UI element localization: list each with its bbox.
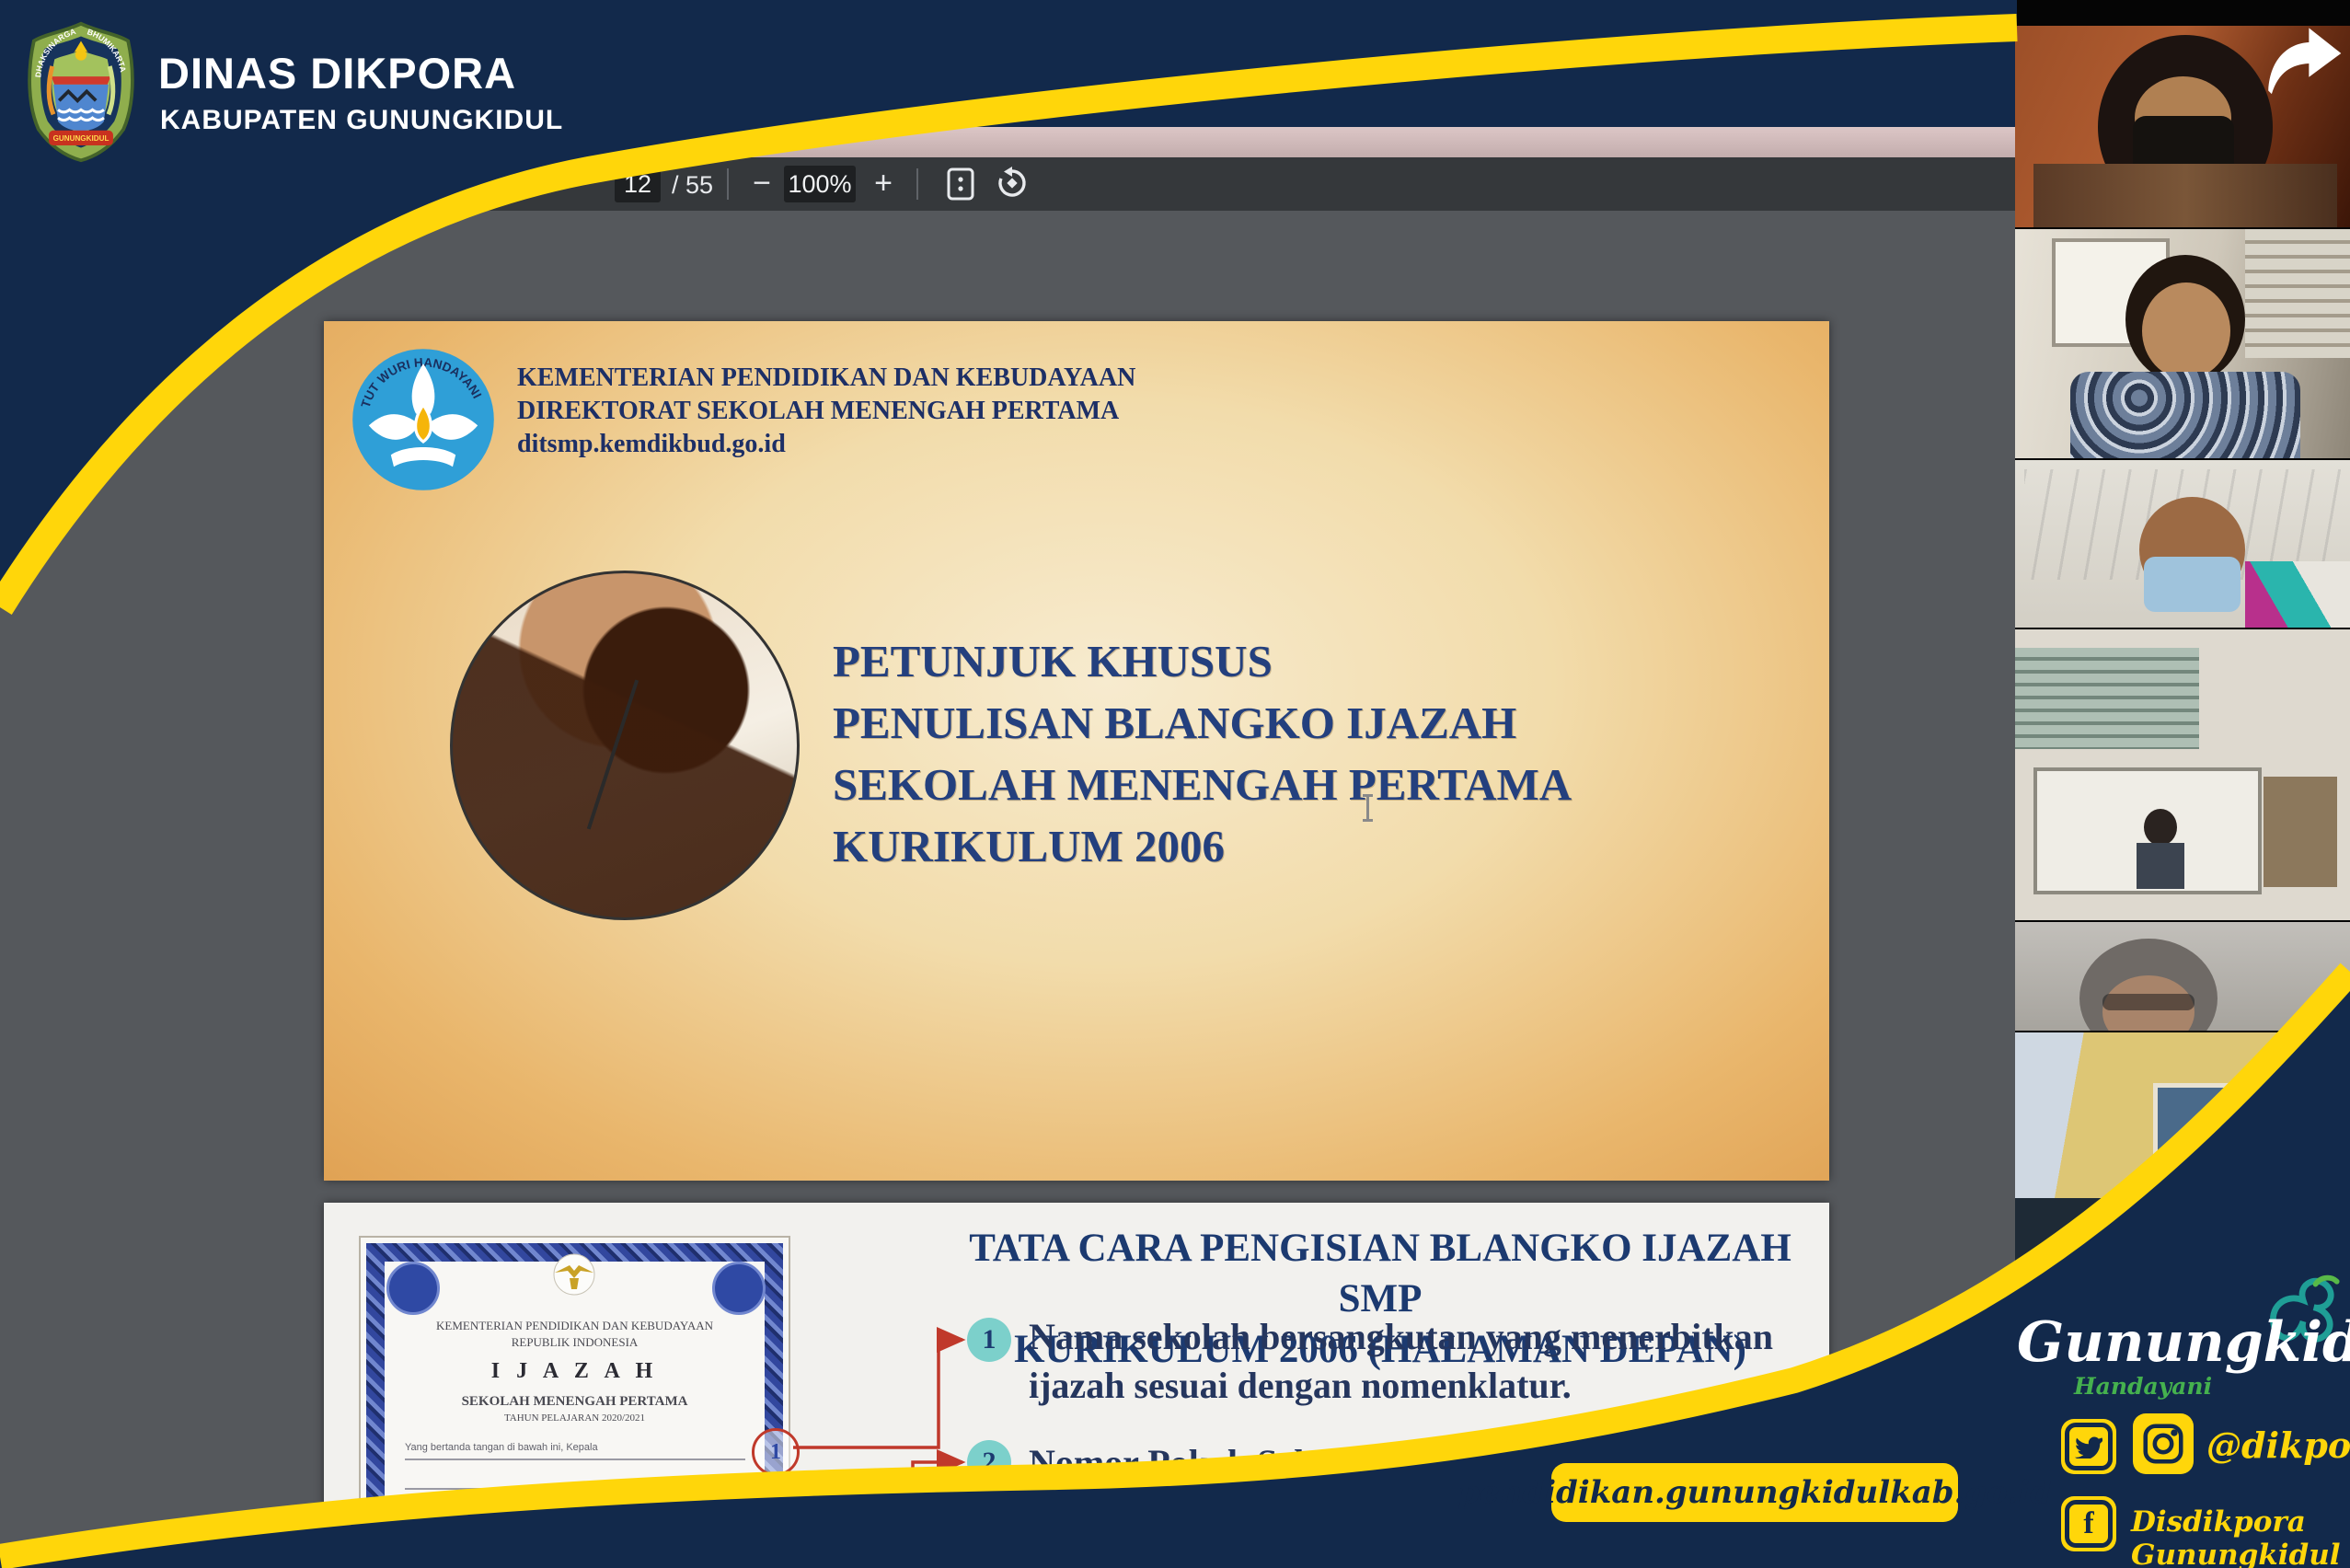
instagram-icon xyxy=(2133,1413,2194,1474)
facebook-icon: f xyxy=(2061,1496,2116,1551)
website-banner: pendidikan.gunungkidulkab.go.id xyxy=(1551,1463,1958,1522)
org-name: DINAS DIKPORA xyxy=(158,48,516,98)
org-region: KABUPATEN GUNUNGKIDUL xyxy=(160,105,563,136)
meeting-frame: 12 / 55 − 100% + xyxy=(0,0,2350,1568)
gunungkidul-crest-logo: DHAKSINARGA BHUMIKARTA GUNUNGKIDUL xyxy=(17,20,145,164)
social-handle: @dikpora_gk xyxy=(2206,1424,2350,1466)
footer-tagline: Handayani xyxy=(2074,1373,2212,1400)
facebook-name: Disdikpora Gunungkidul xyxy=(2131,1505,2350,1568)
website-url: pendidikan.gunungkidulkab.go.id xyxy=(1457,1474,2052,1511)
crest-ribbon-label: GUNUNGKIDUL xyxy=(53,134,109,143)
share-icon[interactable] xyxy=(2260,24,2344,103)
twitter-icon xyxy=(2061,1419,2116,1474)
footer-brand: Gunungkidul xyxy=(2017,1310,2321,1375)
bottom-frame-swoosh xyxy=(0,0,2350,1568)
